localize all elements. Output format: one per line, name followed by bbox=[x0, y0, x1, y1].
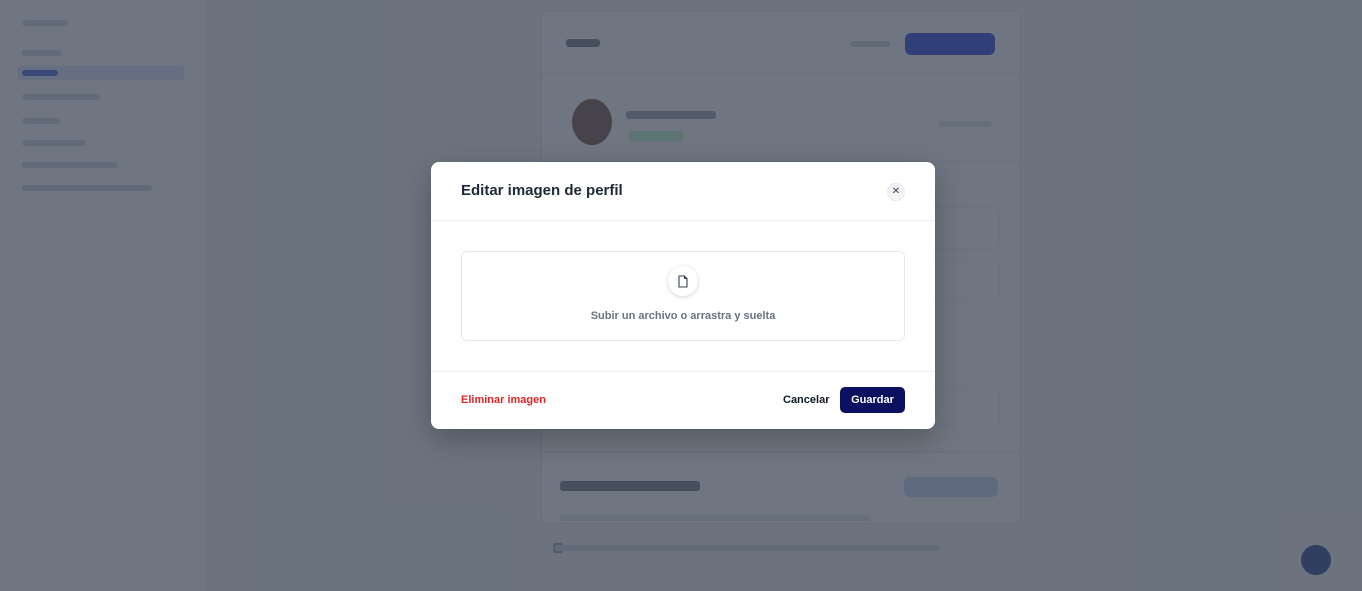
cancel-button[interactable]: Cancelar bbox=[774, 387, 838, 413]
edit-profile-image-dialog: Editar imagen de perfil ✕ Subir un archi… bbox=[431, 162, 935, 429]
remove-image-button[interactable]: Eliminar imagen bbox=[461, 394, 546, 406]
dialog-header: Editar imagen de perfil ✕ bbox=[431, 162, 935, 221]
save-button[interactable]: Guardar bbox=[840, 387, 905, 413]
upload-icon-wrapper bbox=[668, 266, 698, 296]
document-icon bbox=[678, 274, 688, 288]
footer-divider bbox=[431, 371, 935, 372]
file-upload-dropzone[interactable]: Subir un archivo o arrastra y suelta bbox=[461, 251, 905, 341]
close-icon: ✕ bbox=[891, 186, 901, 197]
close-button[interactable]: ✕ bbox=[887, 183, 905, 201]
upload-instructions[interactable]: Subir un archivo o arrastra y suelta bbox=[462, 310, 904, 322]
dialog-title: Editar imagen de perfil bbox=[461, 182, 623, 199]
